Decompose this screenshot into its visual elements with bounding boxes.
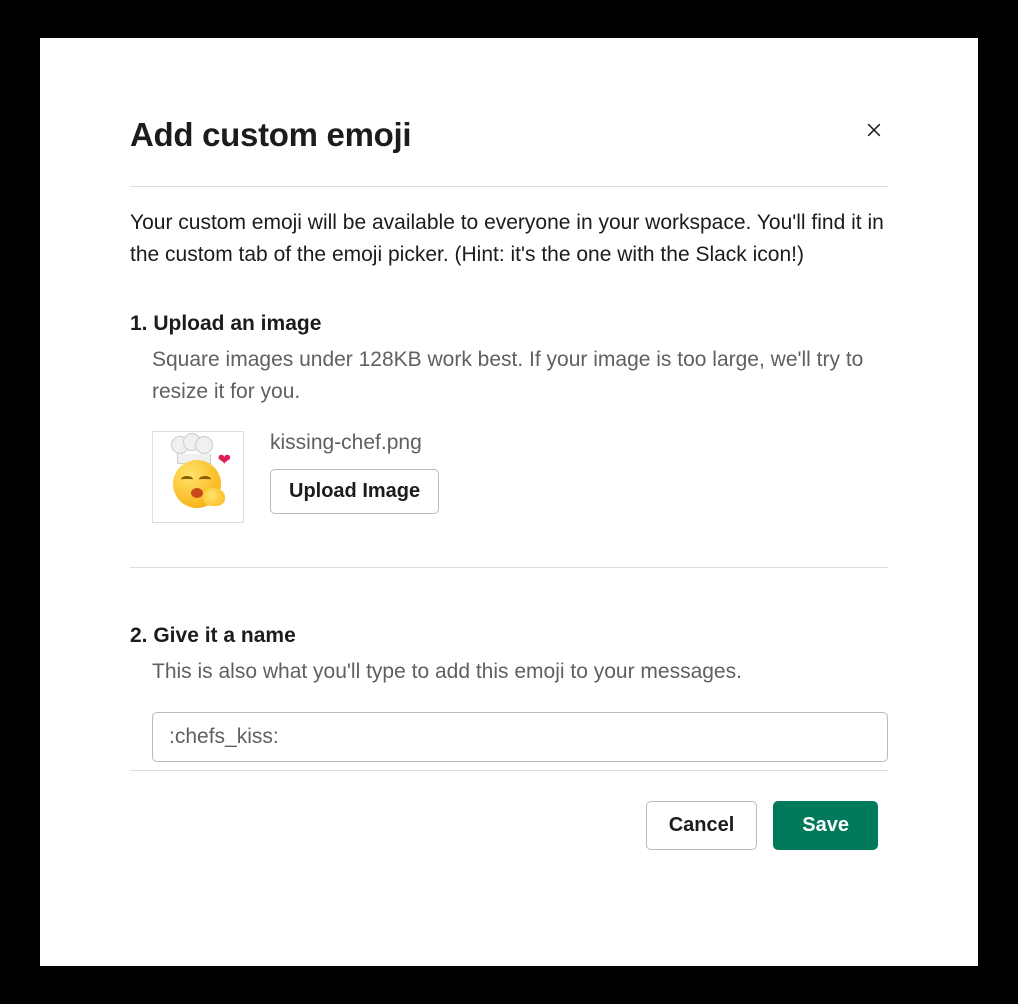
modal-description: Your custom emoji will be available to e… — [130, 207, 888, 270]
upload-row: ❤ kissing-chef.png Upload Image — [152, 431, 888, 523]
section-divider — [130, 567, 888, 568]
modal-header: Add custom emoji — [130, 116, 888, 187]
add-emoji-modal: Add custom emoji Your custom emoji will … — [40, 38, 978, 966]
uploaded-filename: kissing-chef.png — [270, 431, 439, 455]
close-button[interactable] — [860, 116, 888, 144]
modal-title: Add custom emoji — [130, 116, 411, 154]
emoji-name-input[interactable] — [152, 712, 888, 762]
step2-heading: 2. Give it a name — [130, 624, 888, 648]
step-name: 2. Give it a name This is also what you'… — [130, 624, 888, 771]
chefs-kiss-icon: ❤ — [167, 446, 229, 508]
cancel-button[interactable]: Cancel — [646, 801, 758, 850]
save-button[interactable]: Save — [773, 801, 878, 850]
step-upload: 1. Upload an image Square images under 1… — [130, 312, 888, 568]
step2-subtext: This is also what you'll type to add thi… — [152, 656, 888, 688]
upload-image-button[interactable]: Upload Image — [270, 469, 439, 514]
step1-subtext: Square images under 128KB work best. If … — [152, 344, 888, 407]
emoji-preview: ❤ — [152, 431, 244, 523]
close-icon — [864, 120, 884, 140]
step1-heading: 1. Upload an image — [130, 312, 888, 336]
upload-column: kissing-chef.png Upload Image — [270, 431, 439, 514]
modal-footer: Cancel Save — [130, 801, 888, 850]
